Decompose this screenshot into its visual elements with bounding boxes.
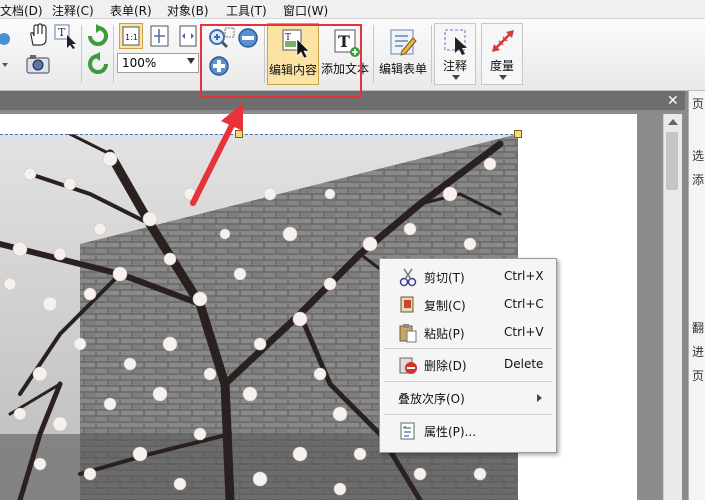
properties-icon — [400, 422, 415, 440]
dropdown-arrow-icon[interactable] — [0, 57, 16, 73]
panel-label[interactable]: 选 — [692, 147, 704, 164]
panel-label[interactable]: 进 — [692, 343, 704, 360]
right-side-panel: 页 选 添 翻 进 页 — [688, 91, 705, 500]
chevron-down-icon — [187, 58, 195, 64]
menu-object[interactable]: 对象(B) — [167, 2, 209, 19]
edit-form-button[interactable]: 编辑表单 — [377, 23, 429, 85]
partial-left-icon[interactable] — [0, 29, 16, 49]
scissors-icon — [399, 268, 417, 287]
red-arrow-icon — [190, 103, 243, 206]
menu-window[interactable]: 窗口(W) — [283, 2, 328, 19]
separator — [81, 25, 82, 83]
context-menu-cut[interactable]: 剪切(T) Ctrl+X — [380, 265, 556, 289]
annotate-button[interactable]: 注释 — [434, 23, 476, 85]
annotate-label: 注释 — [442, 59, 467, 73]
menu-annotation[interactable]: 注释(C) — [52, 2, 94, 19]
context-menu-label: 粘贴(P) — [424, 327, 465, 341]
menu-separator — [384, 381, 552, 382]
menu-document[interactable]: 文档(D) — [0, 2, 43, 19]
resize-handle[interactable] — [514, 130, 522, 138]
separator — [431, 25, 432, 83]
fit-page-icon[interactable] — [148, 24, 172, 48]
panel-label[interactable]: 页 — [692, 95, 704, 112]
rotate-counterclockwise-icon[interactable] — [86, 52, 110, 76]
vertical-scrollbar[interactable] — [663, 114, 682, 500]
delete-icon — [399, 357, 417, 374]
context-menu-label: 复制(C) — [424, 299, 466, 313]
scroll-up-icon[interactable] — [668, 119, 678, 125]
context-menu-properties[interactable]: 属性(P)... — [380, 419, 556, 443]
measure-icon — [492, 30, 514, 52]
menu-separator — [384, 348, 552, 349]
context-menu-label: 剪切(T) — [424, 271, 465, 285]
close-document-icon[interactable]: ✕ — [667, 94, 679, 108]
edit-form-label: 编辑表单 — [378, 62, 427, 76]
measure-label: 度量 — [489, 59, 514, 73]
highlight-box — [200, 24, 362, 98]
fit-width-icon[interactable] — [176, 24, 200, 48]
context-menu-label: 叠放次序(O) — [398, 392, 465, 406]
context-menu-copy[interactable]: 复制(C) Ctrl+C — [380, 293, 556, 317]
copy-icon — [400, 296, 414, 313]
chevron-down-icon — [499, 75, 507, 80]
edit-form-icon — [390, 29, 417, 56]
rotate-clockwise-icon[interactable] — [86, 24, 110, 48]
actual-size-icon: 1:1 — [122, 26, 140, 46]
menu-form[interactable]: 表单(R) — [110, 2, 152, 19]
svg-text:T: T — [58, 26, 66, 39]
actual-size-button[interactable]: 1:1 — [119, 23, 143, 49]
annotate-icon — [444, 29, 467, 55]
paste-icon — [399, 324, 417, 343]
context-menu-paste[interactable]: 粘贴(P) Ctrl+V — [380, 321, 556, 345]
chevron-right-icon — [537, 394, 542, 402]
chevron-down-icon — [452, 75, 460, 80]
context-menu-label: 属性(P)... — [424, 425, 477, 439]
context-menu-shortcut: Ctrl+C — [504, 297, 544, 311]
context-menu-arrange-order[interactable]: 叠放次序(O) — [380, 386, 556, 410]
measure-button[interactable]: 度量 — [481, 23, 523, 85]
context-menu-shortcut: Ctrl+V — [504, 325, 544, 339]
separator — [113, 25, 114, 83]
zoom-value: 100% — [122, 56, 157, 70]
separator — [373, 25, 374, 83]
select-text-icon[interactable]: T — [53, 23, 79, 49]
context-menu-label: 删除(D) — [424, 359, 467, 373]
zoom-select[interactable]: 100% — [117, 53, 199, 73]
menu-bar: 文档(D) 注释(C) 表单(R) 对象(B) 工具(T) 窗口(W) — [0, 0, 705, 19]
scroll-thumb[interactable] — [666, 132, 678, 190]
menu-separator — [384, 414, 552, 415]
svg-text:1:1: 1:1 — [125, 33, 138, 42]
context-menu: 剪切(T) Ctrl+X 复制(C) Ctrl+C 粘贴(P) Ctrl+V 删… — [379, 258, 557, 453]
snapshot-icon[interactable] — [25, 53, 51, 75]
context-menu-shortcut: Ctrl+X — [504, 269, 544, 283]
panel-label[interactable]: 翻 — [692, 319, 704, 336]
menu-tools[interactable]: 工具(T) — [226, 2, 267, 19]
panel-label[interactable]: 页 — [692, 367, 704, 384]
hand-tool-icon[interactable] — [27, 23, 49, 47]
context-menu-shortcut: Delete — [504, 357, 544, 371]
context-menu-delete[interactable]: 删除(D) Delete — [380, 353, 556, 377]
panel-label[interactable]: 添 — [692, 171, 704, 188]
